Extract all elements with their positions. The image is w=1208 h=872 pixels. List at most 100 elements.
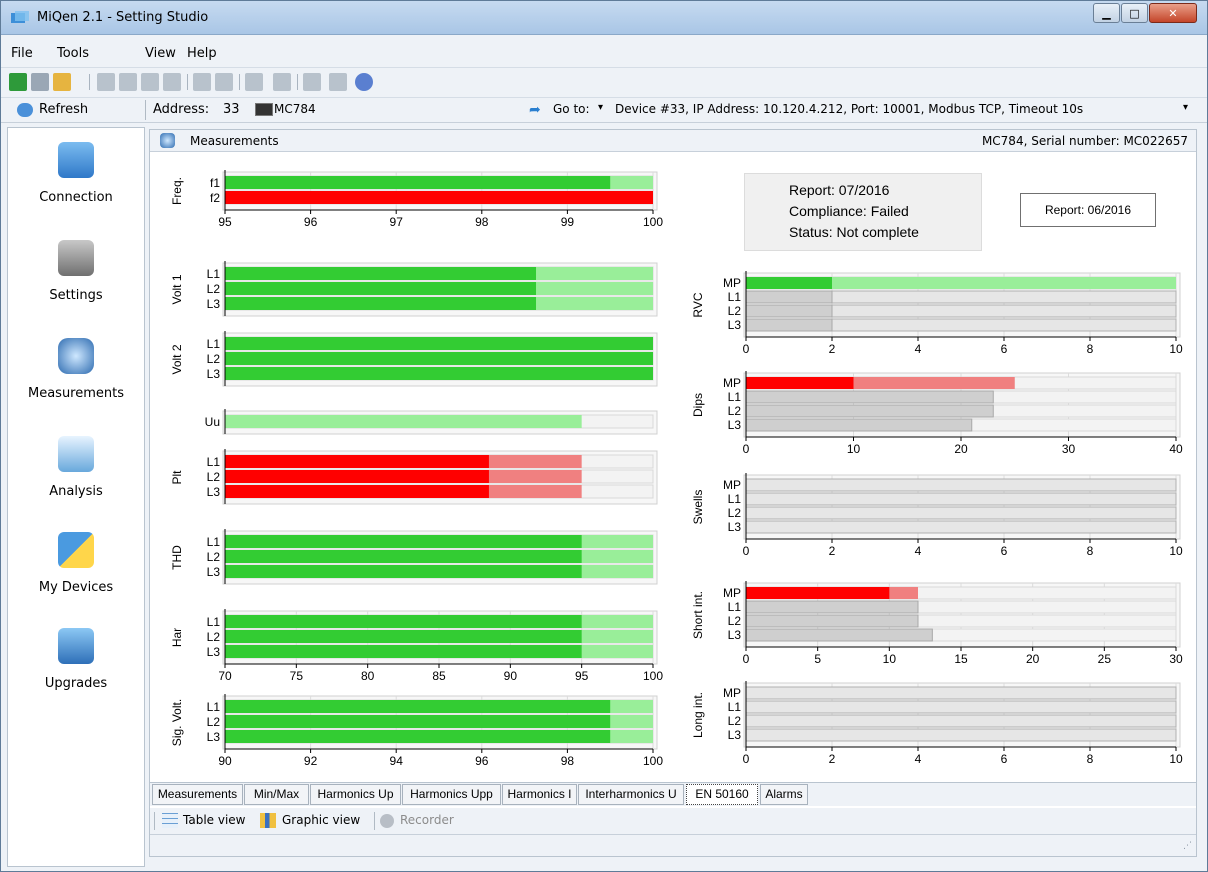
chart-panel-short-int-: MPL1L2L3 Short int. 0 5 10 15 20 25 30 (691, 581, 1183, 666)
bar-value (225, 297, 537, 310)
tick-label: 6 (1001, 342, 1008, 356)
left-chart-group: f1f2Freq.95 96 97 98 99 100L1L2L3Volt 1L1L2L3… (170, 170, 663, 768)
tab-harmonics-i[interactable]: Harmonics I (502, 784, 577, 805)
tab-interharmonics-u[interactable]: Interharmonics U (578, 784, 684, 805)
view-separator (154, 812, 155, 830)
menu-help[interactable]: Help (187, 46, 217, 61)
tab-bar: Measurements Min/Max Harmonics Up Harmon… (150, 782, 1196, 806)
tick-label: 20 (954, 442, 968, 456)
category-label: L2 (207, 470, 221, 484)
address-value[interactable]: 33 (223, 102, 240, 117)
open-folder-icon[interactable] (53, 73, 71, 91)
view-separator (374, 812, 375, 830)
tick-label: 10 (883, 652, 897, 666)
sidebar-item-connection[interactable]: Connection (8, 142, 144, 232)
chevron-down-icon[interactable]: ▾ (598, 102, 603, 113)
category-label: L2 (207, 715, 221, 729)
category-label: L3 (207, 297, 221, 311)
tools-icon[interactable] (329, 73, 347, 91)
maximize-button[interactable]: □ (1121, 3, 1148, 23)
table-view-button[interactable]: Table view (183, 813, 245, 827)
tab-en-50160[interactable]: EN 50160 (686, 784, 758, 805)
tick-label: 85 (432, 669, 446, 683)
tick-label: 80 (361, 669, 375, 683)
graphic-view-button[interactable]: Graphic view (282, 813, 360, 827)
tab-harmonics-up[interactable]: Harmonics Up (310, 784, 401, 805)
tab-measurements[interactable]: Measurements (152, 784, 243, 805)
address-label: Address: (153, 102, 210, 117)
tick-label: 8 (1087, 544, 1094, 558)
category-label: L1 (728, 600, 742, 614)
tick-label: 100 (643, 754, 663, 768)
tick-label: 20 (1026, 652, 1040, 666)
print-preview-icon[interactable] (215, 73, 233, 91)
minimize-icon: ▁ (1102, 6, 1111, 20)
tick-label: 100 (643, 215, 663, 229)
menu-view[interactable]: View (145, 46, 176, 61)
bar-limit (745, 714, 1177, 728)
paste-icon[interactable] (97, 73, 115, 91)
category-label: f1 (210, 176, 220, 190)
category-label: L3 (207, 645, 221, 659)
category-label: MP (723, 586, 741, 600)
graphic-icon[interactable] (260, 813, 276, 828)
chart-bars-icon[interactable] (245, 73, 263, 91)
toolbar-separator (239, 74, 240, 90)
save-all-icon[interactable] (141, 73, 159, 91)
bar-value (225, 700, 611, 713)
refresh-icon[interactable] (17, 103, 33, 117)
maximize-icon: □ (1129, 6, 1140, 20)
window-icon[interactable] (303, 73, 321, 91)
content-title: Measurements (190, 134, 279, 148)
previous-report-button[interactable]: Report: 06/2016 (1020, 193, 1156, 227)
connect-icon[interactable] (9, 73, 27, 91)
menu-tools[interactable]: Tools (57, 46, 89, 61)
bar-value (745, 418, 973, 432)
bar-value (745, 600, 919, 614)
tick-label: 6 (1001, 752, 1008, 766)
copy-icon[interactable] (163, 73, 181, 91)
bar-value (225, 455, 489, 468)
chart-panel-sig-volt-: L1L2L3 Sig. Volt. 90 92 94 96 98 100 (170, 694, 663, 768)
connection-dropdown-icon[interactable]: ▾ (1183, 102, 1188, 113)
tab-min-max[interactable]: Min/Max (244, 784, 309, 805)
bar-limit (745, 520, 1177, 534)
menu-file[interactable]: File (11, 46, 33, 61)
save-icon[interactable] (119, 73, 137, 91)
new-icon[interactable] (31, 73, 49, 91)
tick-label: 2 (829, 342, 836, 356)
close-button[interactable]: ✕ (1149, 3, 1197, 23)
sidebar-item-label: Measurements (27, 386, 125, 401)
sidebar-item-analysis[interactable]: Analysis (8, 436, 144, 526)
bar-value (745, 404, 994, 418)
refresh-button[interactable]: Refresh (39, 102, 88, 117)
sidebar-item-measurements[interactable]: Measurements (8, 338, 144, 428)
tick-label: 4 (915, 342, 922, 356)
report-compliance: Compliance: Failed (789, 203, 909, 219)
chart-panel-volt-2: L1L2L3 Volt 2 (170, 331, 658, 387)
minimize-button[interactable]: ▁ (1093, 3, 1120, 23)
tick-label: 6 (1001, 544, 1008, 558)
goto-label[interactable]: Go to: (553, 102, 590, 116)
category-label: L3 (207, 485, 221, 499)
sidebar-item-settings[interactable]: Settings (8, 240, 144, 330)
report-period: Report: 07/2016 (789, 182, 890, 198)
connection-select[interactable]: Device #33, IP Address: 10.120.4.212, Po… (615, 102, 1083, 116)
sidebar-item-upgrades[interactable]: Upgrades (8, 628, 144, 718)
tab-alarms[interactable]: Alarms (760, 784, 808, 805)
category-label: L1 (728, 390, 742, 404)
recorder-button: Recorder (400, 813, 454, 827)
category-label: L2 (728, 614, 742, 628)
print-icon[interactable] (193, 73, 211, 91)
tab-harmonics-upp[interactable]: Harmonics Upp (402, 784, 501, 805)
bar-value (225, 730, 611, 743)
table-icon[interactable] (162, 813, 178, 828)
address-separator (145, 100, 146, 120)
resize-grip-icon[interactable]: ⋰ (1183, 841, 1192, 851)
tag-icon[interactable] (273, 73, 291, 91)
tick-label: 10 (1169, 544, 1183, 558)
sidebar-item-my-devices[interactable]: My Devices (8, 532, 144, 622)
tick-label: 98 (561, 754, 575, 768)
chart-panel-long-int-: MPL1L2L3 Long int. 0 2 4 6 8 10 (691, 681, 1183, 766)
globe-icon[interactable] (355, 73, 373, 91)
